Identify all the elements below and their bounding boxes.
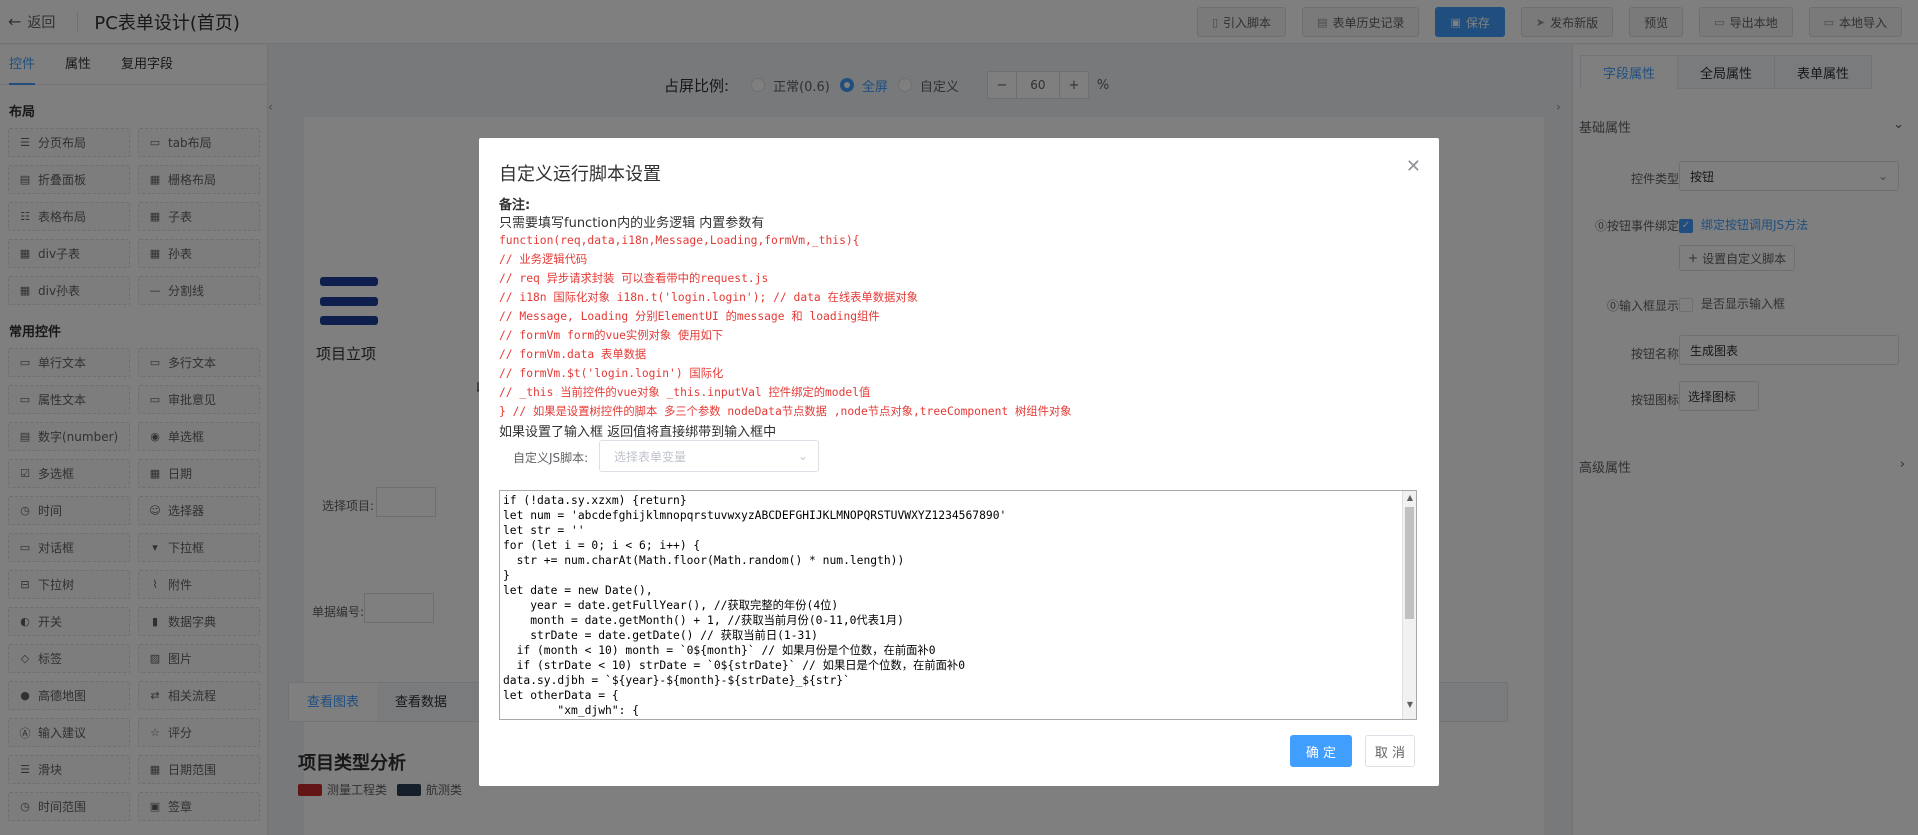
script-editor[interactable]: if (!data.sy.xzxm) {return} let num = 'a… — [499, 490, 1417, 720]
script-code[interactable]: if (!data.sy.xzxm) {return} let num = 'a… — [500, 491, 1416, 718]
note-tail: 如果设置了输入框 返回值将直接绑带到输入框中 — [499, 425, 777, 440]
form-variable-placeholder: 选择表单变量 — [614, 449, 687, 464]
scroll-thumb[interactable] — [1405, 507, 1414, 619]
editor-scrollbar[interactable]: ▲ ▼ — [1402, 491, 1416, 719]
note-head: 备注: — [499, 198, 531, 213]
confirm-button[interactable]: 确 定 — [1290, 735, 1352, 767]
note-text: 只需要填写function内的业务逻辑 内置参数有 — [499, 216, 765, 231]
close-icon[interactable]: ✕ — [1406, 156, 1421, 177]
code-hint: function(req,data,i18n,Message,Loading,f… — [499, 234, 1072, 418]
scroll-down-icon[interactable]: ▼ — [1403, 700, 1416, 709]
dialog-title: 自定义运行脚本设置 — [499, 164, 661, 185]
form-variable-select[interactable]: 选择表单变量 ⌄ — [599, 440, 819, 472]
script-settings-dialog: 自定义运行脚本设置 ✕ 备注: 只需要填写function内的业务逻辑 内置参数… — [479, 138, 1439, 786]
chevron-down-icon: ⌄ — [797, 449, 808, 463]
scroll-up-icon[interactable]: ▲ — [1403, 493, 1416, 502]
js-script-label: 自定义JS脚本: — [513, 451, 589, 465]
cancel-button[interactable]: 取 消 — [1365, 735, 1415, 767]
